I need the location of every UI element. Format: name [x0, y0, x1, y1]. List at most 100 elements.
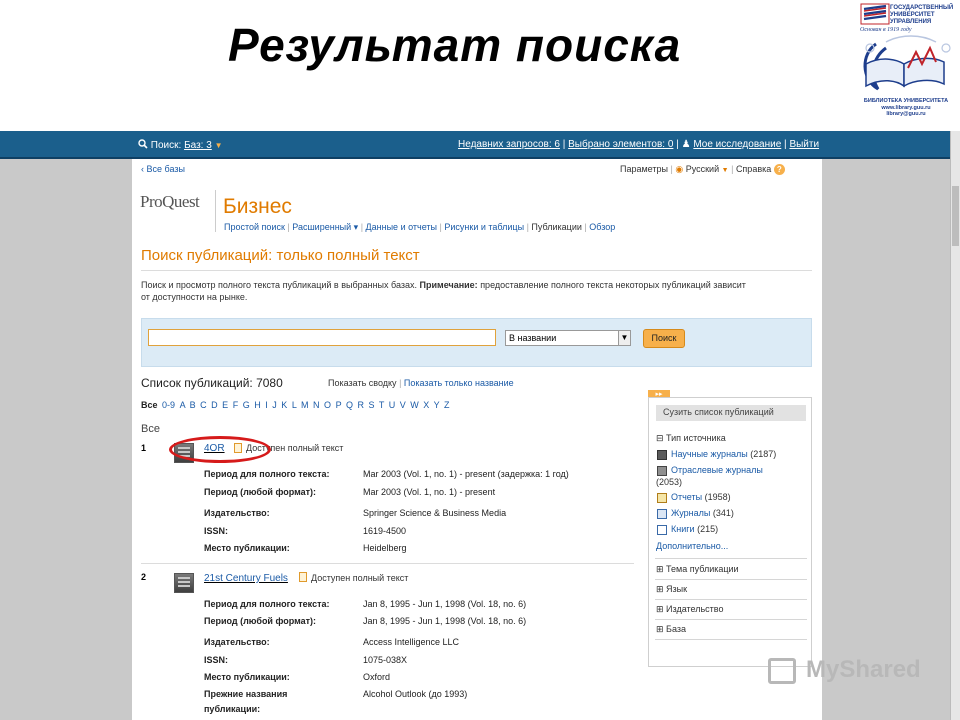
- facet-item[interactable]: Журналы (341): [671, 508, 734, 518]
- search-input[interactable]: [148, 329, 496, 346]
- menu-basic-search[interactable]: Простой поиск: [224, 222, 285, 232]
- vertical-scrollbar[interactable]: [950, 131, 960, 720]
- chevron-down-icon[interactable]: ▼: [722, 167, 729, 174]
- facet-section-publisher[interactable]: ⊞ Издательство: [656, 604, 723, 615]
- show-summary-link[interactable]: Показать сводку: [328, 378, 397, 388]
- facet-section-topic[interactable]: ⊞ Тема публикации: [656, 564, 739, 575]
- publication-title-link[interactable]: 21st Century Fuels: [204, 573, 288, 584]
- recent-searches-link[interactable]: Недавних запросов: 6: [458, 139, 560, 150]
- alpha-letter[interactable]: C: [200, 400, 207, 410]
- library-info: БИБЛИОТЕКА УНИВЕРСИТЕТА www.library.guu.…: [856, 98, 956, 118]
- back-to-databases-link[interactable]: ‹ Все базы: [141, 164, 185, 174]
- facet-item[interactable]: Книги (215): [671, 524, 718, 534]
- alpha-letter[interactable]: X: [423, 400, 429, 410]
- watermark-icon: [768, 658, 796, 684]
- alpha-letter[interactable]: A: [180, 400, 186, 410]
- item-number: 1: [141, 443, 147, 453]
- alpha-letter[interactable]: N: [313, 400, 320, 410]
- field-label: Место публикации:: [204, 672, 290, 682]
- alpha-letter[interactable]: F: [233, 400, 239, 410]
- chevron-down-icon[interactable]: ▼: [215, 141, 223, 150]
- help-link[interactable]: Справка: [736, 164, 771, 174]
- menu-figures-tables[interactable]: Рисунки и таблицы: [444, 222, 524, 232]
- search-button[interactable]: Поиск: [643, 329, 685, 348]
- facet-label[interactable]: Отраслевые журналы: [671, 465, 763, 475]
- facet-count: (2053): [656, 477, 683, 487]
- facet-section-database[interactable]: ⊞ База: [656, 624, 686, 635]
- menu-browse[interactable]: Обзор: [589, 222, 615, 232]
- databases-link[interactable]: Баз: 3: [184, 140, 212, 151]
- library-line: library@guu.ru: [886, 111, 926, 117]
- language-selector[interactable]: Русский: [686, 164, 719, 174]
- facet-label[interactable]: Отчеты: [671, 492, 702, 502]
- facet-label[interactable]: Книги: [671, 524, 695, 534]
- alpha-letter[interactable]: U: [389, 400, 396, 410]
- field-label: Период для полного текста:: [204, 599, 330, 609]
- facet-item[interactable]: Отчеты (1958): [671, 492, 731, 502]
- alpha-letter[interactable]: W: [410, 400, 419, 410]
- alpha-letter[interactable]: Z: [444, 400, 450, 410]
- field-value: Mar 2003 (Vol. 1, no. 1) - present (заде…: [363, 469, 569, 479]
- alpha-letter[interactable]: T: [379, 400, 384, 410]
- page-heading: Поиск публикаций: только полный текст: [141, 247, 420, 264]
- alpha-letter[interactable]: V: [400, 400, 406, 410]
- facet-label[interactable]: Научные журналы: [671, 449, 748, 459]
- main-menu: Простой поиск | Расширенный ▾ | Данные и…: [224, 222, 616, 232]
- alpha-letter[interactable]: Q: [346, 400, 353, 410]
- my-research-link[interactable]: Мое исследование: [693, 139, 781, 150]
- alpha-letter[interactable]: B: [190, 400, 196, 410]
- separator: |: [562, 139, 566, 150]
- facet-count: (341): [712, 508, 734, 518]
- user-icon: ♟: [681, 139, 691, 150]
- alpha-letter[interactable]: L: [292, 400, 297, 410]
- proquest-logo[interactable]: ProQuest: [140, 192, 200, 212]
- alpha-letter[interactable]: G: [243, 400, 250, 410]
- highlight-ellipse: [169, 436, 271, 463]
- menu-data-reports[interactable]: Данные и отчеты: [366, 222, 437, 232]
- facet-label[interactable]: Журналы: [671, 508, 710, 518]
- params-link[interactable]: Параметры: [620, 164, 668, 174]
- field-label: ISSN:: [204, 655, 229, 665]
- product-name: Бизнес: [223, 195, 292, 218]
- publication-title[interactable]: 21st Century Fuels: [204, 573, 288, 584]
- book-icon: [657, 525, 667, 535]
- facet-item[interactable]: Научные журналы (2187): [671, 449, 776, 459]
- facet-count: (2187): [750, 449, 777, 459]
- search-field-select[interactable]: В названии ▼: [505, 330, 631, 346]
- back-link-text[interactable]: ‹ Все базы: [141, 164, 185, 174]
- alpha-letter[interactable]: R: [357, 400, 364, 410]
- alpha-letter[interactable]: O: [324, 400, 331, 410]
- alpha-letter-all[interactable]: Все: [141, 400, 158, 410]
- alpha-letter[interactable]: I: [265, 400, 268, 410]
- alpha-letter[interactable]: H: [254, 400, 261, 410]
- alpha-letter[interactable]: K: [281, 400, 287, 410]
- alpha-letter[interactable]: J: [272, 400, 277, 410]
- field-value: Oxford: [363, 672, 391, 682]
- show-more-link[interactable]: Дополнительно...: [656, 541, 728, 551]
- alpha-letter[interactable]: P: [336, 400, 342, 410]
- source-type-toggle[interactable]: ⊟ Тип источника: [656, 433, 726, 444]
- facet-section-language[interactable]: ⊞ Язык: [656, 584, 687, 595]
- alphabet-nav: Все 0-9 A B C D E F G H I J K L M N O P …: [141, 400, 449, 410]
- alpha-letter[interactable]: M: [301, 400, 309, 410]
- alpha-letter[interactable]: Y: [434, 400, 440, 410]
- field-label: Период (любой формат):: [204, 616, 317, 626]
- description-text: Поиск и просмотр полного текста публикац…: [141, 280, 418, 290]
- alpha-letter[interactable]: D: [211, 400, 218, 410]
- field-label: Место публикации:: [204, 543, 290, 553]
- show-titles-link[interactable]: Показать только название: [404, 378, 514, 388]
- selected-items-link[interactable]: Выбрано элементов: 0: [568, 139, 673, 150]
- scrollbar-thumb[interactable]: [952, 186, 959, 246]
- facet-item[interactable]: Отраслевые журналы: [671, 465, 763, 475]
- logout-link[interactable]: Выйти: [789, 139, 819, 150]
- alpha-letter[interactable]: E: [222, 400, 228, 410]
- help-icon[interactable]: ?: [773, 164, 785, 175]
- chevron-down-icon[interactable]: ▼: [618, 331, 630, 345]
- menu-advanced[interactable]: Расширенный ▾: [292, 222, 358, 232]
- library-book-icon: [863, 35, 951, 91]
- menu-publications[interactable]: Публикации: [531, 222, 581, 232]
- show-more-text[interactable]: Дополнительно...: [656, 541, 728, 551]
- alpha-letter[interactable]: 0-9: [162, 400, 175, 410]
- divider: [655, 599, 807, 600]
- alpha-letter[interactable]: S: [368, 400, 374, 410]
